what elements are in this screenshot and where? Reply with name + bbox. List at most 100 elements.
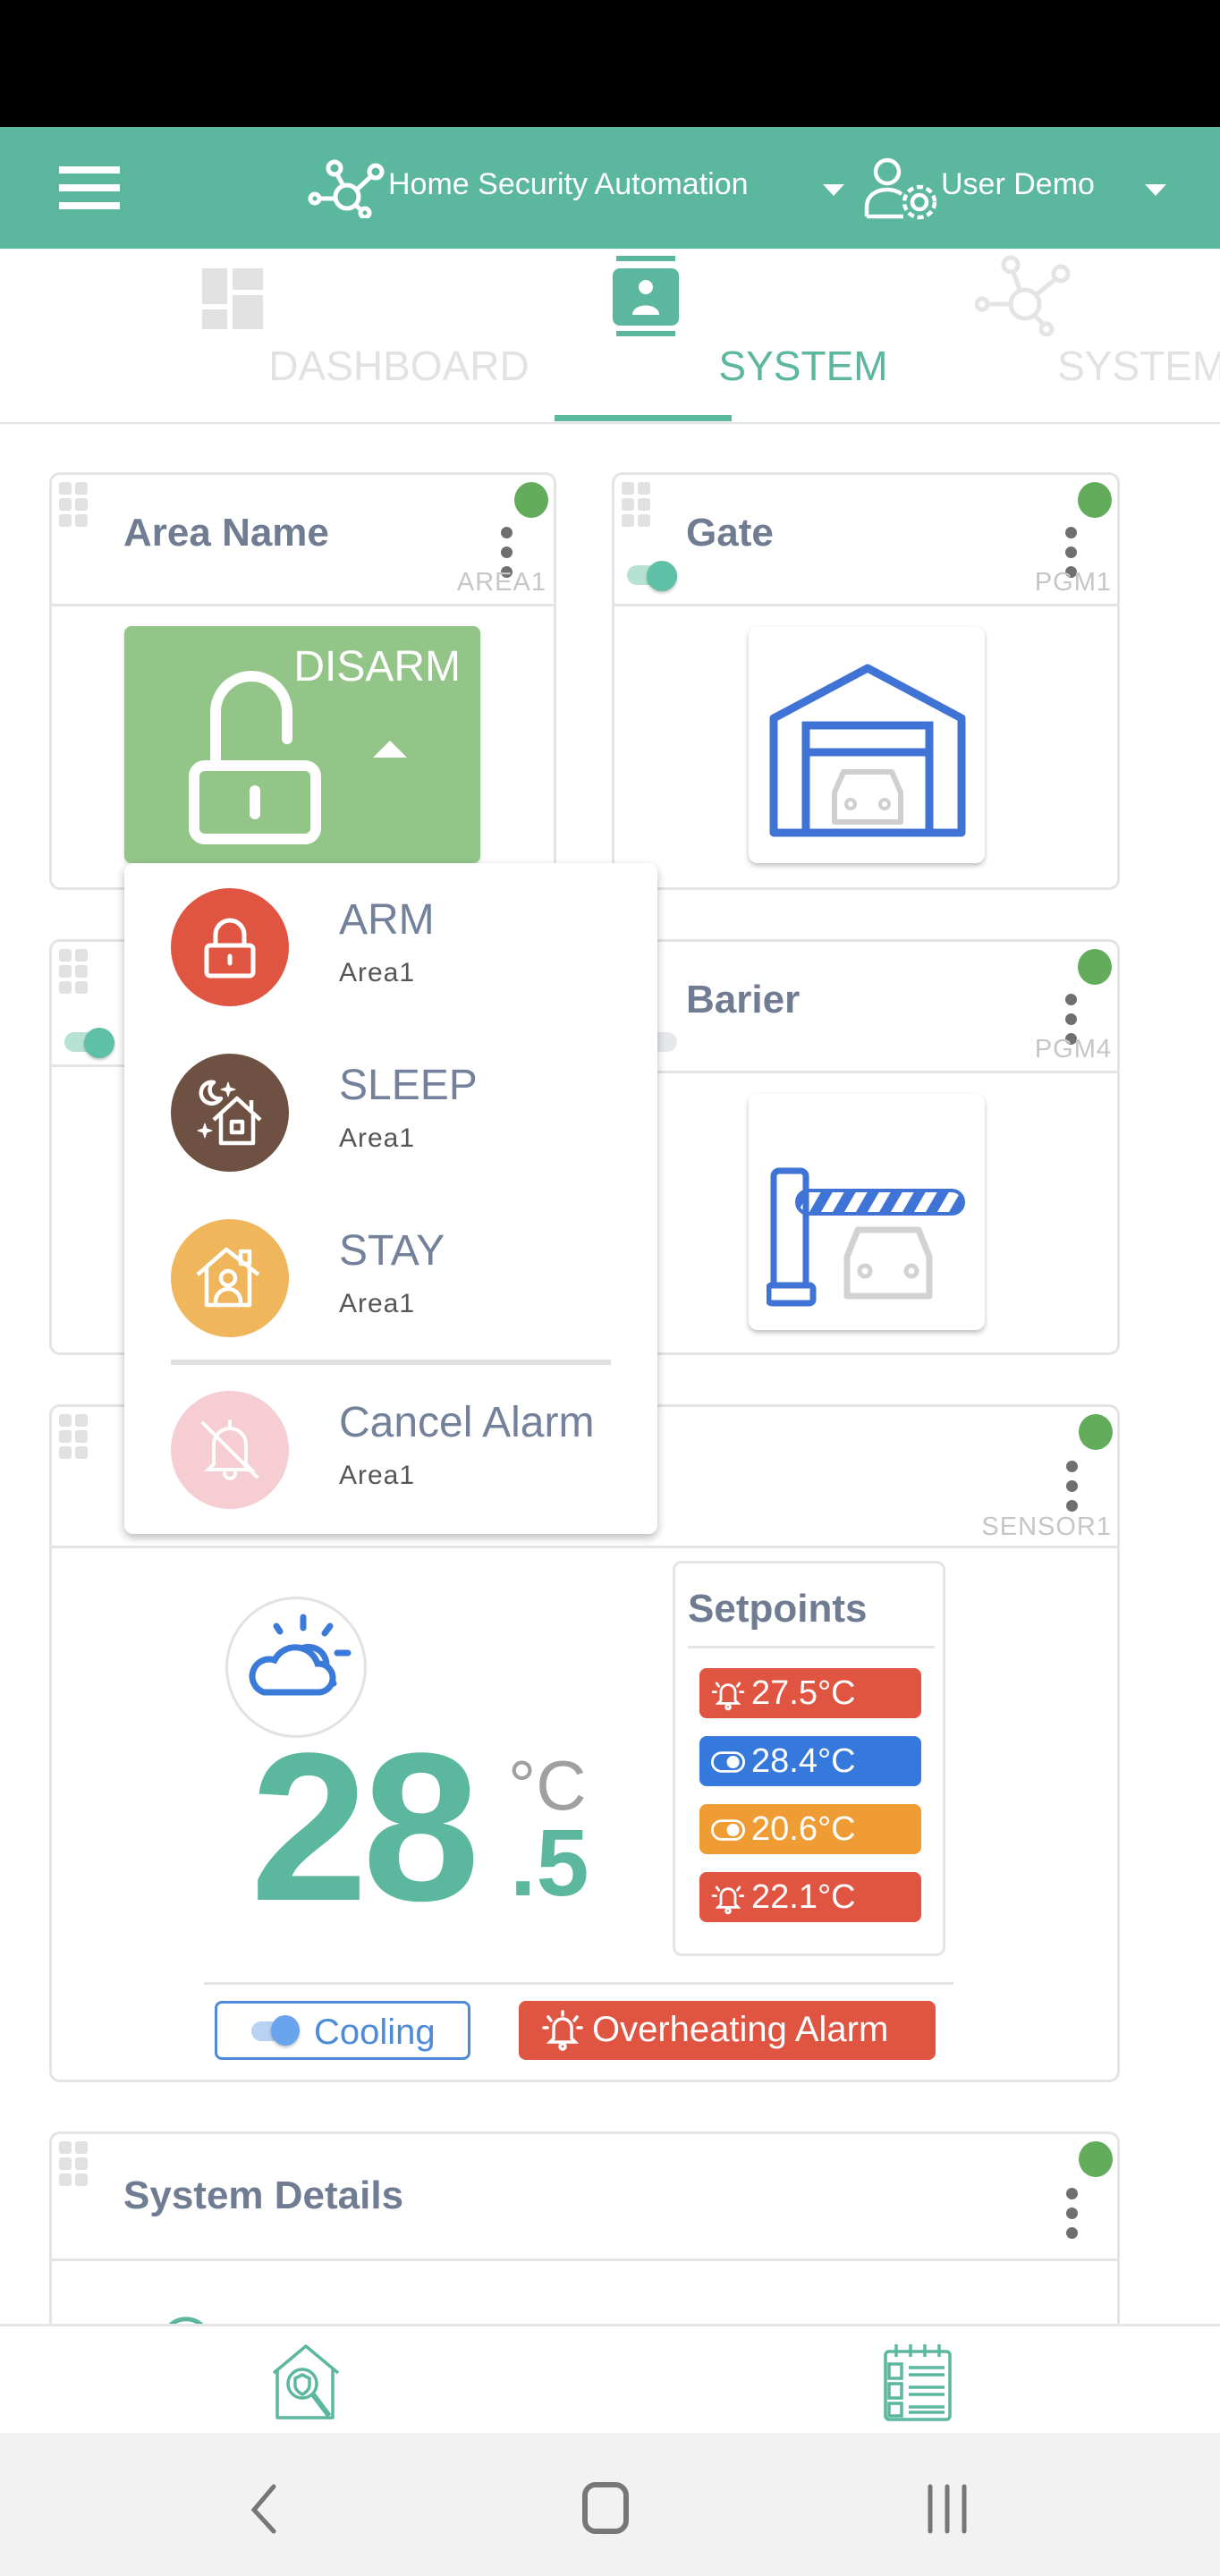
card-code: PGM1 [1034, 568, 1112, 597]
user-dropdown-caret-icon[interactable] [1145, 184, 1166, 196]
setpoint-value: 20.6°C [751, 1810, 856, 1848]
online-status-dot [514, 482, 548, 518]
tab-label: SYSTEMS [1057, 343, 1220, 389]
sleep-icon-badge [171, 1054, 289, 1172]
drag-handle-icon[interactable] [59, 949, 89, 994]
garage-car-icon [769, 664, 966, 837]
setpoint-high-alarm[interactable]: 27.5°C [699, 1668, 921, 1718]
card-title: Barier [686, 978, 801, 1021]
setpoint-heating[interactable]: 20.6°C [699, 1804, 921, 1854]
card-code: PGM4 [1034, 1035, 1112, 1063]
system-badge-icon [613, 256, 679, 336]
setpoints-title: Setpoints [688, 1587, 868, 1631]
house-shield-search-icon[interactable] [268, 2344, 343, 2421]
toggle-icon [711, 1819, 745, 1841]
menu-divider [171, 1360, 611, 1365]
barier-card: Barier PGM4 [612, 939, 1120, 1355]
night-house-icon [197, 1080, 262, 1146]
tab-dashboard[interactable]: DASHBOARD [63, 249, 530, 422]
gate-control-tile[interactable] [749, 627, 985, 863]
bell-off-icon [201, 1419, 258, 1480]
sensor-divider [204, 1982, 953, 1985]
card-code: SENSOR1 [981, 1513, 1112, 1541]
mode-label: Cooling [314, 2012, 436, 2052]
arm-icon-badge [171, 888, 289, 1006]
temperature-integer: 28 [250, 1709, 480, 1945]
drag-handle-icon[interactable] [59, 482, 89, 527]
main-tabs: DASHBOARD SYSTEM SYSTEMS [0, 249, 1220, 424]
drag-handle-icon[interactable] [622, 482, 652, 527]
setpoints-panel: Setpoints 27.5°C 28.4°C 20.6°C 22.1°C [673, 1561, 945, 1956]
barier-control-tile[interactable] [749, 1094, 985, 1330]
gate-toggle[interactable] [627, 561, 682, 591]
tab-systems[interactable]: SYSTEMS [894, 249, 1220, 422]
user-name: User Demo [941, 167, 1095, 201]
menu-item-subtitle: Area1 [339, 958, 416, 987]
online-status-dot [1078, 949, 1112, 985]
alarm-label: Overheating Alarm [592, 2010, 889, 2049]
alarm-bell-icon [711, 1885, 745, 1915]
menu-item-subtitle: Area1 [339, 1289, 416, 1318]
barrier-gate-car-icon [767, 1167, 965, 1307]
system-selector[interactable]: Home Security Automation [308, 127, 844, 249]
setpoint-value: 28.4°C [751, 1742, 856, 1780]
menu-item-arm[interactable]: ARM Area1 [124, 870, 657, 1013]
alarm-bell-icon [711, 1682, 745, 1711]
card-title: System Details [123, 2174, 404, 2217]
home-icon[interactable] [581, 2481, 630, 2535]
user-gear-icon [864, 157, 937, 220]
cooling-mode-badge[interactable]: Cooling [215, 2001, 470, 2060]
menu-item-title: SLEEP [339, 1062, 478, 1109]
caret-up-icon [373, 741, 407, 758]
app-header: Home Security Automation User Demo [0, 127, 1220, 249]
toggle-knob [271, 2015, 300, 2046]
house-person-icon [196, 1247, 260, 1308]
status-bar [0, 0, 1220, 127]
drag-handle-icon[interactable] [59, 2141, 89, 2186]
more-options-icon[interactable] [1066, 2188, 1079, 2247]
active-tab-indicator [555, 415, 732, 421]
setpoints-divider [688, 1646, 935, 1648]
back-icon[interactable] [247, 2483, 279, 2535]
online-status-dot [1079, 1414, 1113, 1450]
menu-item-subtitle: Area1 [339, 1123, 416, 1153]
menu-item-sleep[interactable]: SLEEP Area1 [124, 1036, 657, 1179]
temperature-decimal: .5 [510, 1810, 589, 1916]
bottom-navigation [0, 2324, 1220, 2433]
card-title: Area Name [123, 511, 329, 555]
hamburger-menu-icon[interactable] [59, 166, 120, 209]
cancel-alarm-icon-badge [171, 1391, 289, 1509]
drag-handle-icon[interactable] [59, 1414, 89, 1459]
network-nodes-icon [308, 159, 385, 218]
menu-item-subtitle: Area1 [339, 1461, 416, 1490]
output-toggle[interactable] [64, 1028, 120, 1058]
tab-system[interactable]: SYSTEM [483, 249, 888, 422]
disarm-label: DISARM [293, 643, 461, 691]
user-menu[interactable]: User Demo [862, 127, 1184, 249]
recents-icon[interactable] [925, 2483, 970, 2535]
dashboard-icon [202, 268, 263, 329]
system-name: Home Security Automation [388, 167, 749, 201]
network-nodes-icon [975, 255, 1071, 336]
alarm-bell-icon [542, 2010, 583, 2051]
stay-icon-badge [171, 1219, 289, 1337]
android-navigation-bar [0, 2433, 1220, 2576]
system-dropdown-caret-icon[interactable] [823, 184, 844, 196]
online-status-dot [1079, 2141, 1113, 2177]
partly-cloudy-icon [249, 1614, 352, 1696]
setpoint-cooling[interactable]: 28.4°C [699, 1736, 921, 1786]
checklist-notepad-icon[interactable] [882, 2344, 953, 2421]
menu-item-stay[interactable]: STAY Area1 [124, 1201, 657, 1344]
setpoint-low-alarm[interactable]: 22.1°C [699, 1872, 921, 1922]
card-title: Gate [686, 511, 774, 555]
menu-item-title: STAY [339, 1227, 445, 1275]
toggle-icon [711, 1751, 745, 1773]
more-options-icon[interactable] [1066, 1461, 1079, 1520]
overheating-alarm-badge[interactable]: Overheating Alarm [519, 2001, 936, 2060]
unlock-icon [189, 671, 321, 844]
lock-icon [204, 918, 256, 979]
disarm-button[interactable]: DISARM [124, 626, 480, 863]
menu-item-title: Cancel Alarm [339, 1399, 595, 1446]
setpoint-value: 27.5°C [751, 1674, 856, 1712]
menu-item-cancel-alarm[interactable]: Cancel Alarm Area1 [124, 1373, 657, 1516]
